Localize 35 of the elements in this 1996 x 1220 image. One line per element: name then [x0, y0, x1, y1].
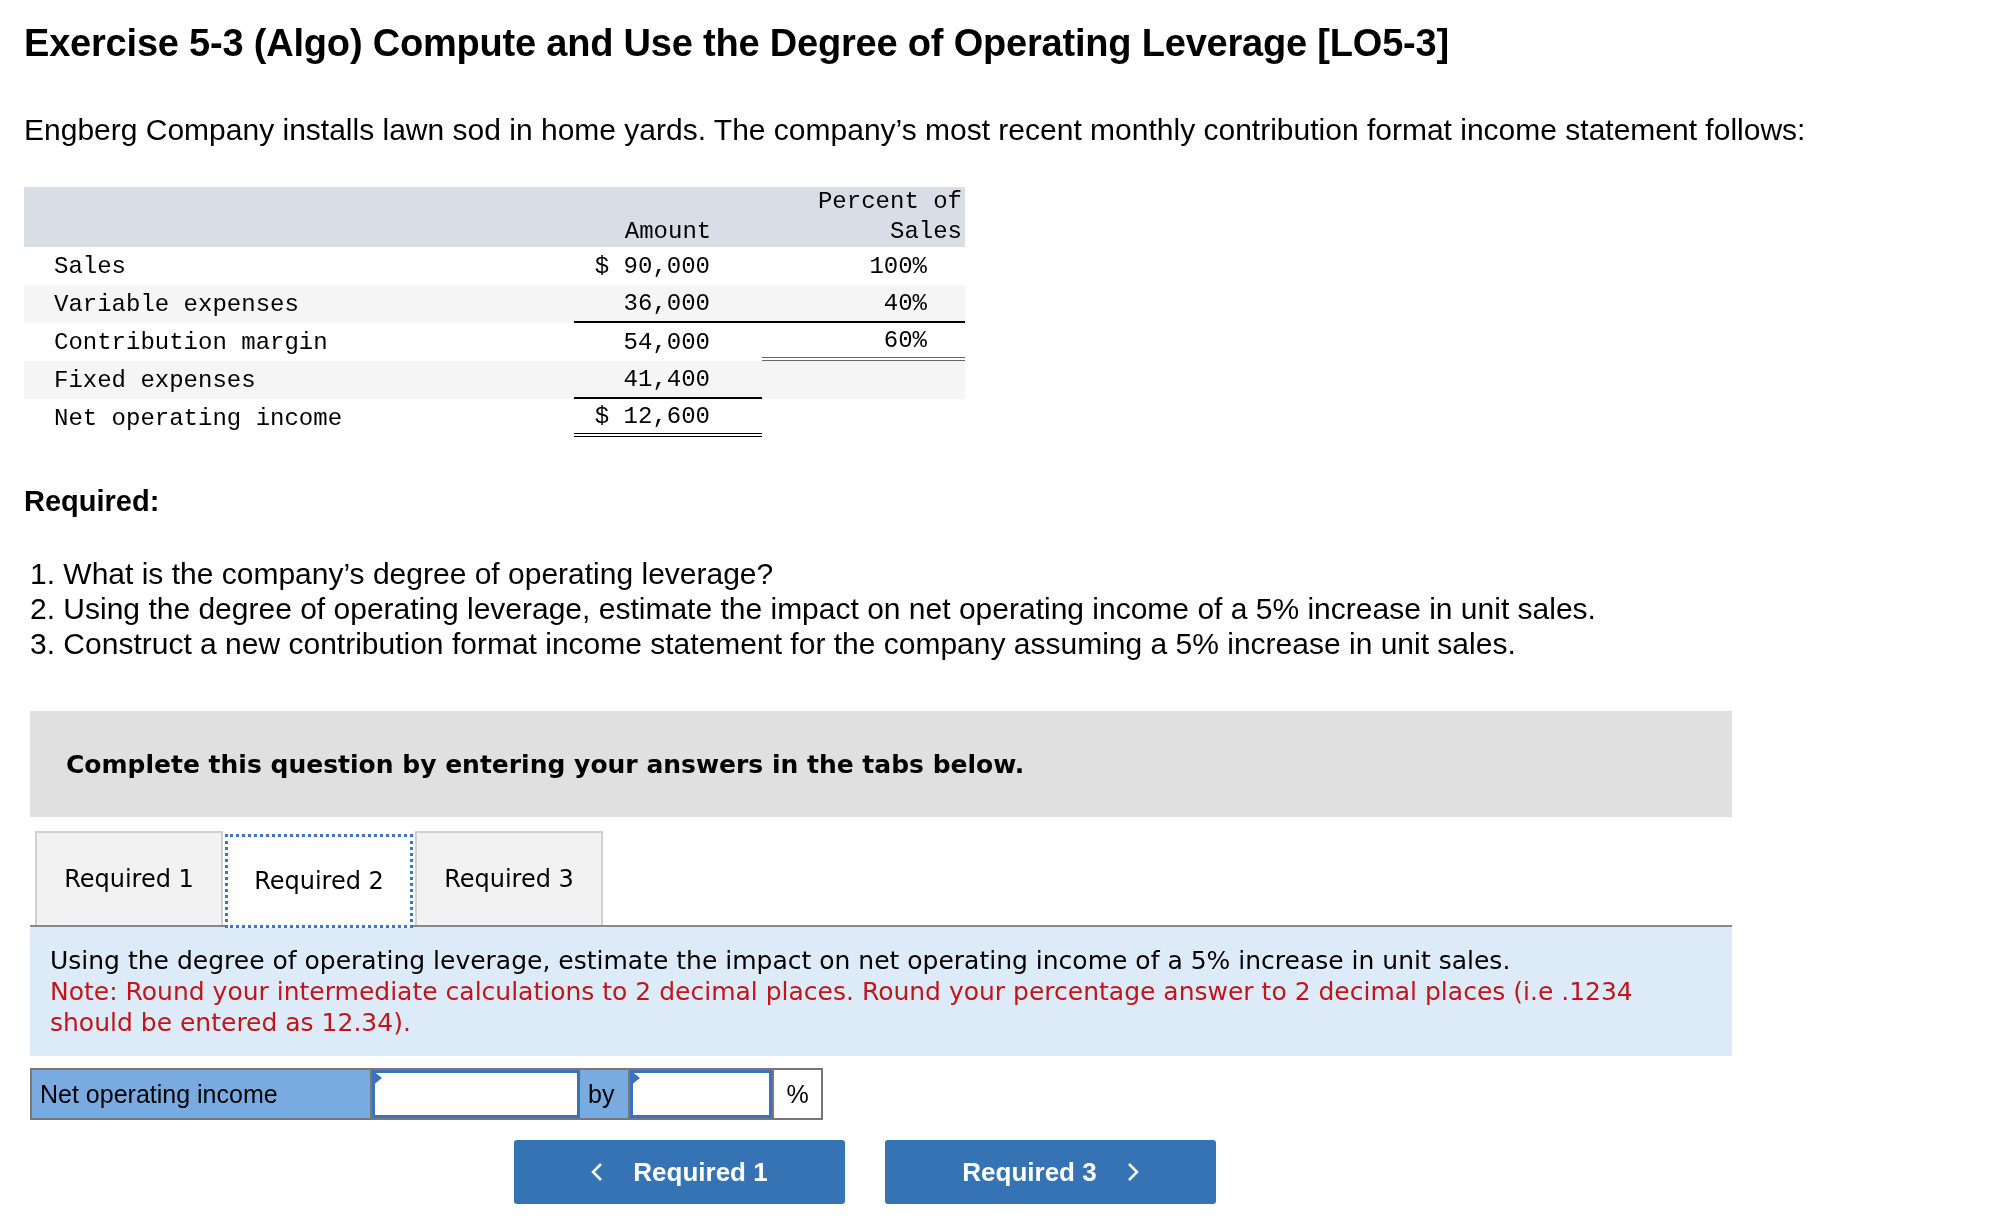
intro-text: Engberg Company installs lawn sod in home yards. The company’s most recent monthly contribution format income statement follows:: [24, 113, 1807, 147]
answer-field[interactable]: [372, 1070, 580, 1118]
amount-cell: $ 90,000: [594, 252, 710, 280]
column-header: Percent of Sales: [816, 187, 962, 247]
column-header: Amount: [623, 217, 713, 247]
instruction-text: Complete this question by entering your answers in the tabs below.: [66, 749, 1025, 779]
chevron-left-icon: [591, 1162, 604, 1182]
row-label: Variable expenses: [53, 290, 300, 318]
note-text: Note: Round your intermediate calculations to 2 decimal places. Round your percentage answer to 2 decimal places (i.e .1234 should be entered as 12.34).: [50, 976, 1634, 1038]
previous-button[interactable]: Required 1: [514, 1140, 845, 1204]
amount-cell: 54,000: [623, 328, 710, 356]
next-button[interactable]: Required 3: [885, 1140, 1216, 1204]
percent-cell: 60%: [883, 326, 927, 354]
row-label: Fixed expenses: [53, 366, 257, 394]
percent-cell: 40%: [883, 289, 927, 317]
percent-cell: 100%: [869, 252, 927, 280]
row-label: Net operating income: [32, 1070, 372, 1118]
row-label: Net operating income: [53, 404, 344, 432]
required-heading: Required:: [24, 485, 161, 518]
tab[interactable]: Required 3: [415, 831, 603, 925]
requirement-item: 3. Construct a new contribution format income statement for the company assuming a 5% increase in unit sales.: [30, 626, 1517, 661]
requirement-item: 2. Using the degree of operating leverage, estimate the impact on net operating income of a 5% increase in unit sales.: [30, 591, 1597, 626]
amount-cell: 36,000: [623, 289, 710, 317]
tab[interactable]: Required 2: [225, 834, 413, 928]
answer-field[interactable]: [630, 1070, 773, 1118]
exercise-title: Exercise 5-3 (Algo) Compute and Use the Degree of Operating Leverage [LO5-3]: [24, 22, 1450, 65]
chevron-right-icon: [1126, 1162, 1139, 1182]
row-label: Contribution margin: [53, 328, 329, 356]
question-text: Using the degree of operating leverage, estimate the impact on net operating income of a 5% increase in unit sales.: [50, 945, 1512, 976]
amount-cell: 41,400: [623, 365, 710, 393]
amount-cell: $ 12,600: [594, 402, 710, 430]
requirement-item: 1. What is the company’s degree of operating leverage?: [30, 556, 775, 591]
connector-label: by: [580, 1070, 631, 1118]
row-label: Sales: [53, 252, 127, 280]
tab[interactable]: Required 1: [35, 831, 223, 925]
